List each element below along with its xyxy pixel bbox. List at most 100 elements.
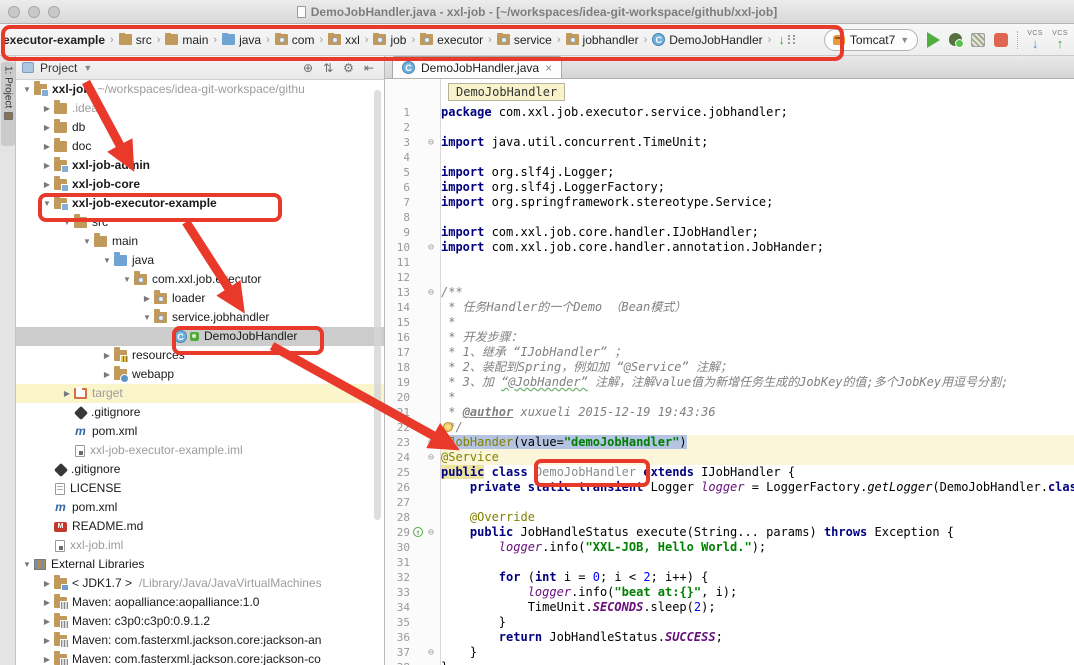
gutter-line-27[interactable]: 27 <box>385 495 440 510</box>
vcs-commit-icon[interactable]: VCS↑ <box>1052 30 1068 49</box>
tree-row-db[interactable]: ▶db <box>16 118 384 137</box>
run-icon[interactable] <box>927 32 940 48</box>
gutter-line-35[interactable]: 35 <box>385 615 440 630</box>
tree-row-service-jobhandler[interactable]: ▼service.jobhandler <box>16 308 384 327</box>
project-tree[interactable]: ▼xxl-job~/workspaces/idea-git-workspace/… <box>16 80 384 665</box>
code-line-15[interactable]: * <box>441 315 1074 330</box>
close-icon[interactable]: × <box>545 61 552 75</box>
code-line-18[interactable]: * 2、装配到Spring，例如加 “@Service” 注解； <box>441 360 1074 375</box>
gutter-line-10[interactable]: 10⊖ <box>385 240 440 255</box>
gutter-line-28[interactable]: 28 <box>385 510 440 525</box>
code-line-32[interactable]: for (int i = 0; i < 2; i++) { <box>441 570 1074 585</box>
tree-row-doc[interactable]: ▶doc <box>16 137 384 156</box>
tree-row-readme-md[interactable]: MREADME.md <box>16 517 384 536</box>
code-line-30[interactable]: logger.info("XXL-JOB, Hello World."); <box>441 540 1074 555</box>
code-line-26[interactable]: private static transient Logger logger =… <box>441 480 1074 495</box>
tree-row-target[interactable]: ▶target <box>16 384 384 403</box>
fold-marker-icon[interactable]: ⊖ <box>428 435 434 450</box>
tree-row-license[interactable]: LICENSE <box>16 479 384 498</box>
gutter-line-22[interactable]: 22 <box>385 420 440 435</box>
breadcrumb-item-main[interactable]: main <box>165 33 208 47</box>
code-line-38[interactable]: } <box>441 660 1074 665</box>
collapsed-arrow-icon[interactable]: ▶ <box>100 346 114 365</box>
code-line-33[interactable]: logger.info("beat at:{}", i); <box>441 585 1074 600</box>
code-line-4[interactable] <box>441 150 1074 165</box>
window-controls[interactable] <box>8 6 60 18</box>
gutter-line-32[interactable]: 32 <box>385 570 440 585</box>
intention-bulb-icon[interactable] <box>443 422 453 432</box>
code-line-14[interactable]: * 任务Handler的一个Demo （Bean模式） <box>441 300 1074 315</box>
gutter-line-5[interactable]: 5 <box>385 165 440 180</box>
code-area[interactable]: package com.xxl.job.executor.service.job… <box>441 79 1074 665</box>
code-line-35[interactable]: } <box>441 615 1074 630</box>
gutter-line-38[interactable]: 38 <box>385 660 440 665</box>
scroll-down-icon[interactable]: ↓ <box>778 32 785 47</box>
tree-row-xxl-job-iml[interactable]: xxl-job.iml <box>16 536 384 555</box>
gutter-line-13[interactable]: 13⊖ <box>385 285 440 300</box>
gutter-line-37[interactable]: 37⊖ <box>385 645 440 660</box>
collapse-all-icon[interactable]: ⇅ <box>323 61 333 75</box>
gutter-line-17[interactable]: 17 <box>385 345 440 360</box>
gutter-line-34[interactable]: 34 <box>385 600 440 615</box>
coverage-icon[interactable] <box>971 33 985 47</box>
members-grid-icon[interactable] <box>788 35 795 44</box>
zoom-window-icon[interactable] <box>48 6 60 18</box>
tree-row-maven-aopalliance-aopalliance-1-0[interactable]: ▶Maven: aopalliance:aopalliance:1.0 <box>16 593 384 612</box>
code-line-28[interactable]: @Override <box>441 510 1074 525</box>
code-line-2[interactable] <box>441 120 1074 135</box>
collapsed-arrow-icon[interactable]: ▶ <box>40 156 54 175</box>
hide-panel-icon[interactable]: ⇤ <box>364 61 374 75</box>
gutter-line-19[interactable]: 19 <box>385 375 440 390</box>
code-line-31[interactable] <box>441 555 1074 570</box>
gear-icon[interactable]: ⚙ <box>343 61 354 75</box>
collapsed-arrow-icon[interactable]: ▶ <box>40 631 54 650</box>
tree-scrollbar[interactable] <box>374 90 381 520</box>
breadcrumb-item-src[interactable]: src <box>119 33 152 47</box>
collapsed-arrow-icon[interactable]: ▶ <box>40 612 54 631</box>
gutter-line-18[interactable]: 18 <box>385 360 440 375</box>
sidebar-item-project[interactable]: 1: Project <box>1 62 15 146</box>
tree-row-main[interactable]: ▼main <box>16 232 384 251</box>
breadcrumb-item-java[interactable]: java <box>222 33 261 47</box>
code-line-8[interactable] <box>441 210 1074 225</box>
code-line-12[interactable] <box>441 270 1074 285</box>
breadcrumb-item-executor-example[interactable]: executor-example <box>3 33 105 47</box>
gutter-line-1[interactable]: 1 <box>385 105 440 120</box>
tree-row--gitignore[interactable]: .gitignore <box>16 403 384 422</box>
collapsed-arrow-icon[interactable]: ▶ <box>40 593 54 612</box>
code-line-21[interactable]: * @author xuxueli 2015-12-19 19:43:36 <box>441 405 1074 420</box>
tree-row-resources[interactable]: ▶resources <box>16 346 384 365</box>
fold-marker-icon[interactable]: ⊖ <box>428 135 434 150</box>
tree-row-maven-com-fasterxml-jackson-core-jackson-co[interactable]: ▶Maven: com.fasterxml.jackson.core:jacks… <box>16 650 384 665</box>
gutter-line-15[interactable]: 15 <box>385 315 440 330</box>
fold-marker-icon[interactable]: ⊖ <box>428 525 434 540</box>
tree-row-xxl-job-executor-example-iml[interactable]: xxl-job-executor-example.iml <box>16 441 384 460</box>
gutter-line-2[interactable]: 2 <box>385 120 440 135</box>
breadcrumb-item-demojobhandler[interactable]: CDemoJobHandler <box>652 33 762 47</box>
gutter-line-33[interactable]: 33 <box>385 585 440 600</box>
code-line-3[interactable]: import java.util.concurrent.TimeUnit; <box>441 135 1074 150</box>
code-line-13[interactable]: /** <box>441 285 1074 300</box>
code-line-6[interactable]: import org.slf4j.LoggerFactory; <box>441 180 1074 195</box>
expanded-arrow-icon[interactable]: ▼ <box>120 270 134 289</box>
tree-row-maven-c3p0-c3p0-0-9-1-2[interactable]: ▶Maven: c3p0:c3p0:0.9.1.2 <box>16 612 384 631</box>
tree-row-xxl-job-executor-example[interactable]: ▼xxl-job-executor-example <box>16 194 384 213</box>
collapsed-arrow-icon[interactable]: ▶ <box>40 118 54 137</box>
tree-row--jdk1-7-[interactable]: ▶< JDK1.7 >/Library/Java/JavaVirtualMach… <box>16 574 384 593</box>
code-line-9[interactable]: import com.xxl.job.core.handler.IJobHand… <box>441 225 1074 240</box>
gutter-line-14[interactable]: 14 <box>385 300 440 315</box>
breadcrumb-item-xxl[interactable]: xxl <box>328 33 360 47</box>
project-panel-header[interactable]: Project ▼ ⊕ ⇅ ⚙ ⇤ <box>16 56 384 80</box>
gutter-line-4[interactable]: 4 <box>385 150 440 165</box>
code-line-10[interactable]: import com.xxl.job.core.handler.annotati… <box>441 240 1074 255</box>
collapsed-arrow-icon[interactable]: ▶ <box>40 99 54 118</box>
code-line-23[interactable]: @JobHander(value="demoJobHandler") <box>441 435 1074 450</box>
collapsed-arrow-icon[interactable]: ▶ <box>60 384 74 403</box>
breadcrumb-item-jobhandler[interactable]: jobhandler <box>566 33 639 47</box>
code-line-34[interactable]: TimeUnit.SECONDS.sleep(2); <box>441 600 1074 615</box>
locate-icon[interactable]: ⊕ <box>303 61 313 75</box>
expanded-arrow-icon[interactable]: ▼ <box>20 80 34 99</box>
tree-row-webapp[interactable]: ▶webapp <box>16 365 384 384</box>
breadcrumb-item-job[interactable]: job <box>373 33 406 47</box>
gutter-line-29[interactable]: 29↑⊖ <box>385 525 440 540</box>
